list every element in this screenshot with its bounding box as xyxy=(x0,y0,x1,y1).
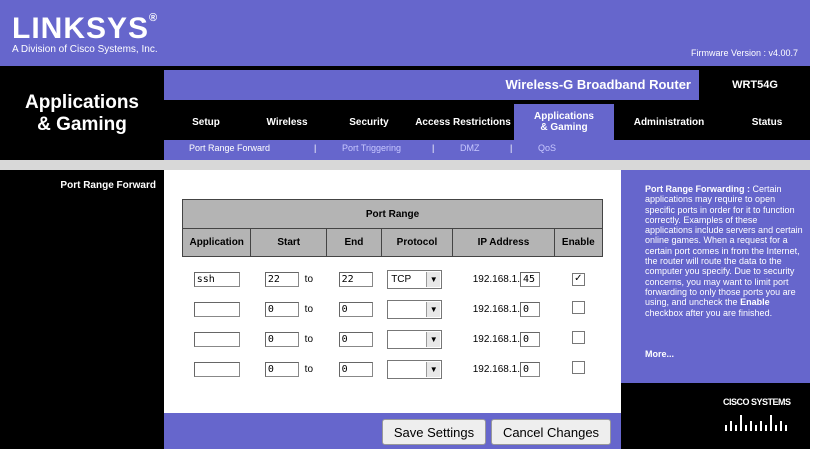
end-port-input[interactable] xyxy=(338,361,373,377)
protocol-select[interactable]: ▼ xyxy=(387,329,443,349)
product-name: Wireless-G Broadband Router xyxy=(505,77,691,92)
ip-prefix: 192.168.1. xyxy=(472,363,520,375)
main-tabs: Setup Wireless Security Access Restricti… xyxy=(164,104,810,140)
cisco-logo-text: CISCO SYSTEMS xyxy=(723,397,791,407)
cisco-bridge-icon xyxy=(725,415,787,431)
section-label: Port Range Forward xyxy=(60,180,156,191)
ip-prefix: 192.168.1. xyxy=(472,273,520,285)
firmware-version: Firmware Version : v4.00.7 xyxy=(690,48,798,58)
to-label: to xyxy=(304,273,314,285)
end-port-input[interactable] xyxy=(338,331,373,347)
column-header: Protocol xyxy=(380,228,454,257)
help-text: Port Range Forwarding : Certain applicat… xyxy=(645,184,803,318)
table-row: to ▼ 192.168.1. xyxy=(183,354,603,384)
divider-strip xyxy=(0,160,810,170)
table-title: Port Range xyxy=(182,199,603,229)
ip-last-octet-input[interactable] xyxy=(519,361,540,377)
ip-prefix: 192.168.1. xyxy=(472,303,520,315)
tab-access-restrictions[interactable]: Access Restrictions xyxy=(412,104,514,140)
tab-setup[interactable]: Setup xyxy=(164,104,248,140)
to-label: to xyxy=(304,303,314,315)
ip-last-octet-input[interactable] xyxy=(519,271,540,287)
enable-checkbox[interactable]: ✓ xyxy=(571,272,585,286)
subtab-separator: | xyxy=(510,143,513,153)
protocol-select[interactable]: ▼ xyxy=(387,359,443,379)
application-name-input[interactable] xyxy=(193,301,240,317)
start-port-input[interactable] xyxy=(264,361,299,377)
linksys-logo: LINKSYS® xyxy=(12,12,159,45)
enable-checkbox[interactable] xyxy=(571,301,585,314)
help-panel: Port Range Forwarding : Certain applicat… xyxy=(621,170,810,449)
ip-last-octet-input[interactable] xyxy=(519,331,540,347)
sub-tabs: Port Range Forward | Port Triggering | D… xyxy=(164,140,810,160)
ip-last-octet-input[interactable] xyxy=(519,301,540,317)
protocol-select[interactable]: ▼ xyxy=(387,299,443,319)
column-header: End xyxy=(326,228,382,257)
subtab-separator: | xyxy=(314,143,317,153)
save-settings-button[interactable]: Save Settings xyxy=(382,419,486,445)
chevron-down-icon: ▼ xyxy=(426,361,441,377)
table-row: to TCP▼ 192.168.1. ✓ xyxy=(183,264,603,294)
subtab-separator: | xyxy=(432,143,435,153)
table-row: to ▼ 192.168.1. xyxy=(183,294,603,324)
column-header: Application xyxy=(181,228,252,257)
subtab-dmz[interactable]: DMZ xyxy=(460,143,480,153)
tab-wireless[interactable]: Wireless xyxy=(248,104,326,140)
application-name-input[interactable] xyxy=(193,271,240,287)
model-name: WRT54G xyxy=(700,70,810,100)
more-link[interactable]: More... xyxy=(645,349,674,359)
enable-checkbox[interactable] xyxy=(571,361,585,374)
start-port-input[interactable] xyxy=(264,301,299,317)
product-bar: Wireless-G Broadband Router xyxy=(164,70,699,100)
tab-administration[interactable]: Administration xyxy=(614,104,724,140)
application-name-input[interactable] xyxy=(193,331,240,347)
chevron-down-icon: ▼ xyxy=(426,271,441,287)
subtab-port-triggering[interactable]: Port Triggering xyxy=(342,143,401,153)
tab-applications-gaming[interactable]: Applications & Gaming xyxy=(514,104,614,140)
to-label: to xyxy=(304,363,314,375)
tab-security[interactable]: Security xyxy=(326,104,412,140)
column-header: Start xyxy=(250,228,328,257)
subtab-qos[interactable]: QoS xyxy=(538,143,556,153)
logo-subtitle: A Division of Cisco Systems, Inc. xyxy=(12,44,158,55)
protocol-select[interactable]: TCP ▼ xyxy=(387,269,443,289)
chevron-down-icon: ▼ xyxy=(426,331,441,347)
table-row: to ▼ 192.168.1. xyxy=(183,324,603,354)
port-range-table: Port Range Application Start End Protoco… xyxy=(181,199,604,384)
start-port-input[interactable] xyxy=(264,271,299,287)
action-bar: Save Settings Cancel Changes xyxy=(164,413,621,449)
top-header: LINKSYS® A Division of Cisco Systems, In… xyxy=(0,0,810,66)
cisco-logo-box: CISCO SYSTEMS xyxy=(621,383,810,449)
start-port-input[interactable] xyxy=(264,331,299,347)
ip-prefix: 192.168.1. xyxy=(472,333,520,345)
cancel-changes-button[interactable]: Cancel Changes xyxy=(491,419,611,445)
end-port-input[interactable] xyxy=(338,301,373,317)
enable-checkbox[interactable] xyxy=(571,331,585,344)
chevron-down-icon: ▼ xyxy=(426,301,441,317)
column-header: IP Address xyxy=(452,228,555,257)
end-port-input[interactable] xyxy=(338,271,373,287)
column-header: Enable xyxy=(553,228,604,257)
application-name-input[interactable] xyxy=(193,361,240,377)
tab-status[interactable]: Status xyxy=(724,104,810,140)
subtab-port-range-forward[interactable]: Port Range Forward xyxy=(189,143,270,153)
to-label: to xyxy=(304,333,314,345)
help-heading: Port Range Forwarding : xyxy=(645,184,751,194)
left-column: Port Range Forward xyxy=(0,170,164,449)
page-title: Applications & Gaming xyxy=(24,92,139,135)
